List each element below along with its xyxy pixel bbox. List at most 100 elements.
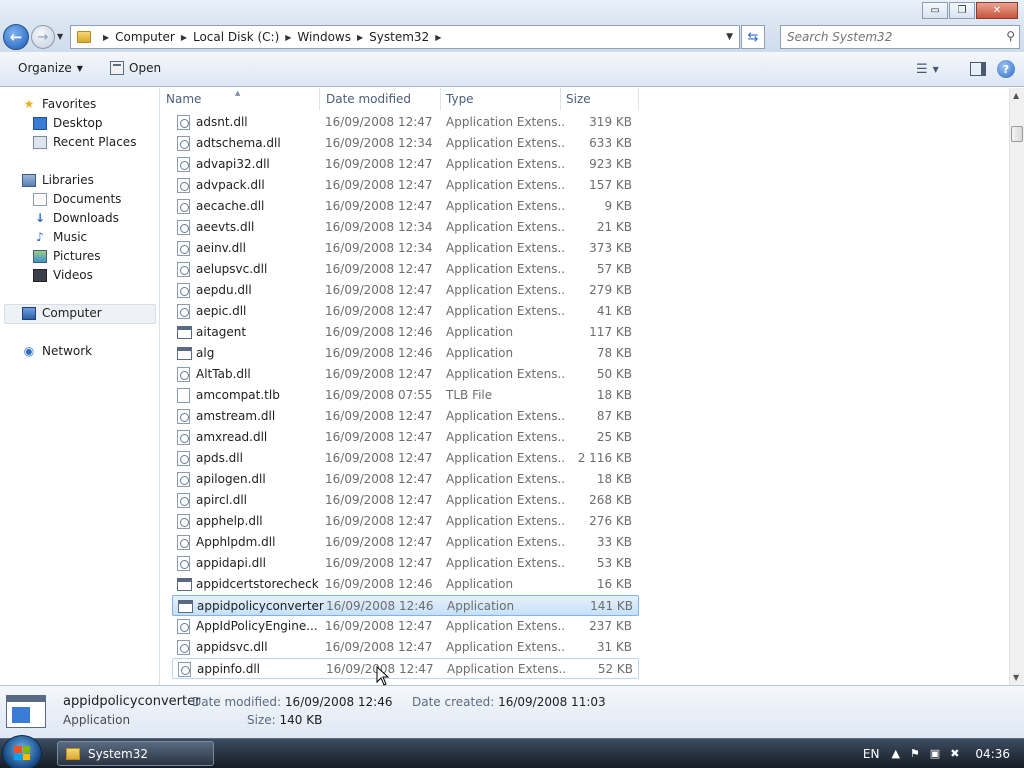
file-row[interactable]: aepic.dll 16/09/2008 12:47 Application Ext…	[172, 301, 639, 322]
file-date-modified: 16/09/2008 12:47	[325, 367, 433, 381]
preview-pane-button[interactable]	[970, 62, 986, 76]
search-box[interactable]: ⚲	[780, 25, 1020, 49]
nav-item-pictures[interactable]: Pictures	[33, 249, 101, 263]
file-row[interactable]: appidsvc.dll 16/09/2008 12:47 Application …	[172, 637, 639, 658]
file-row[interactable]: amstream.dll 16/09/2008 12:47 Application …	[172, 406, 639, 427]
computer-icon	[22, 306, 36, 320]
change-view-button[interactable]: ☰ ▼	[916, 62, 939, 77]
breadcrumb-windows[interactable]: Windows	[297, 30, 351, 44]
file-row[interactable]: aitagent 16/09/2008 12:46 Application 117 K…	[172, 322, 639, 343]
organize-button[interactable]: Organize ▼	[18, 61, 83, 75]
dll-file-icon	[177, 241, 190, 256]
scrollbar-thumb[interactable]	[1011, 126, 1023, 142]
file-name: apds.dll	[196, 451, 243, 465]
language-indicator[interactable]: EN	[863, 747, 880, 761]
column-header-type[interactable]: Type	[441, 88, 561, 110]
close-button[interactable]: ✕	[976, 2, 1018, 19]
file-row[interactable]: Apphlpdm.dll 16/09/2008 12:47 Application …	[172, 532, 639, 553]
chevron-right-icon[interactable]: ▶	[285, 33, 291, 42]
search-input[interactable]	[781, 26, 986, 48]
show-hidden-icons-icon[interactable]: ▲	[891, 747, 899, 760]
nav-label: Libraries	[42, 173, 94, 187]
breadcrumb-computer[interactable]: Computer	[115, 30, 175, 44]
file-name: AppIdPolicyEngine...	[196, 619, 318, 633]
column-header-name[interactable]: ▲ Name	[161, 88, 320, 110]
file-row[interactable]: appinfo.dll 16/09/2008 12:47 Application E…	[172, 658, 639, 679]
breadcrumb-system32[interactable]: System32	[369, 30, 429, 44]
help-button[interactable]: ?	[997, 60, 1015, 78]
start-button[interactable]	[2, 735, 42, 768]
nav-computer[interactable]: Computer	[22, 306, 102, 320]
system-tray: EN ▲ ⚑ ▣ ✖ 04:36	[863, 739, 1024, 768]
file-type: Application Extens...	[446, 556, 564, 570]
column-header-date-modified[interactable]: Date modified	[321, 88, 441, 110]
file-name: aepdu.dll	[196, 283, 252, 297]
scroll-up-icon[interactable]: ▲	[1013, 91, 1019, 100]
file-name: apphelp.dll	[196, 514, 263, 528]
file-row[interactable]: apphelp.dll 16/09/2008 12:47 Application E…	[172, 511, 639, 532]
file-row[interactable]: AppIdPolicyEngine... 16/09/2008 12:47 Appl…	[172, 616, 639, 637]
vertical-scrollbar[interactable]: ▲ ▼	[1009, 88, 1024, 685]
file-type: Application	[447, 599, 515, 613]
refresh-button[interactable]: ⇆	[741, 25, 765, 49]
column-header-size[interactable]: Size	[561, 88, 639, 110]
chevron-right-icon[interactable]: ▶	[435, 33, 441, 42]
file-name: adtschema.dll	[196, 136, 281, 150]
address-bar[interactable]: ▶ Computer ▶ Local Disk (C:) ▶ Windows ▶…	[70, 25, 740, 49]
nav-item-desktop[interactable]: Desktop	[33, 116, 103, 130]
file-row[interactable]: appidapi.dll 16/09/2008 12:47 Application …	[172, 553, 639, 574]
dll-file-icon	[177, 619, 190, 634]
maximize-button[interactable]: ❐	[949, 2, 975, 19]
file-row[interactable]: aepdu.dll 16/09/2008 12:47 Application Ext…	[172, 280, 639, 301]
file-row[interactable]: amcompat.tlb 16/09/2008 07:55 TLB File 18 K…	[172, 385, 639, 406]
minimize-button[interactable]: ▭	[922, 2, 948, 19]
file-row[interactable]: amxread.dll 16/09/2008 12:47 Application E…	[172, 427, 639, 448]
file-row[interactable]: advapi32.dll 16/09/2008 12:47 Application …	[172, 154, 639, 175]
file-row[interactable]: aelupsvc.dll 16/09/2008 12:47 Application …	[172, 259, 639, 280]
file-row[interactable]: aeinv.dll 16/09/2008 12:34 Application Ext…	[172, 238, 639, 259]
action-center-icon[interactable]: ⚑	[910, 747, 920, 760]
nav-favorites[interactable]: ★ Favorites	[22, 97, 97, 111]
nav-libraries[interactable]: Libraries	[22, 173, 94, 187]
chevron-right-icon[interactable]: ▶	[357, 33, 363, 42]
file-date-modified: 16/09/2008 12:46	[326, 599, 434, 613]
music-icon: ♪	[36, 230, 44, 244]
network-status-icon[interactable]: ▣	[930, 747, 940, 760]
file-row[interactable]: apds.dll 16/09/2008 12:47 Application Exte…	[172, 448, 639, 469]
title-bar: ▭ ❐ ✕	[0, 0, 1024, 22]
nav-item-documents[interactable]: Documents	[33, 192, 121, 206]
file-row[interactable]: apilogen.dll 16/09/2008 12:47 Application …	[172, 469, 639, 490]
nav-item-videos[interactable]: Videos	[33, 268, 93, 282]
file-row[interactable]: aecache.dll 16/09/2008 12:47 Application E…	[172, 196, 639, 217]
taskbar-button-label: System32	[88, 746, 149, 761]
nav-item-recent-places[interactable]: Recent Places	[33, 135, 136, 149]
file-row[interactable]: alg 16/09/2008 12:46 Application 78 KB	[172, 343, 639, 364]
nav-item-downloads[interactable]: ↓ Downloads	[33, 211, 119, 225]
file-row[interactable]: advpack.dll 16/09/2008 12:47 Application E…	[172, 175, 639, 196]
back-button[interactable]: ←	[3, 24, 29, 50]
clock[interactable]: 04:36	[975, 747, 1010, 761]
forward-button[interactable]: →	[31, 25, 55, 49]
file-size: 57 KB	[596, 262, 632, 276]
search-icon[interactable]: ⚲	[1006, 29, 1015, 43]
recent-pages-dropdown[interactable]: ▼	[57, 32, 67, 42]
file-type: Application Extens...	[446, 514, 564, 528]
taskbar-button-system32[interactable]: System32	[57, 741, 214, 766]
chevron-right-icon[interactable]: ▶	[181, 33, 187, 42]
nav-item-music[interactable]: ♪ Music	[33, 230, 87, 244]
file-row[interactable]: adsnt.dll 16/09/2008 12:47 Application Ext…	[172, 112, 639, 133]
dll-file-icon	[177, 472, 190, 487]
address-history-dropdown[interactable]: ▼	[726, 32, 733, 42]
open-button[interactable]: Open	[110, 61, 161, 75]
scroll-down-icon[interactable]: ▼	[1013, 673, 1019, 682]
nav-network[interactable]: ◉ Network	[22, 344, 92, 358]
volume-muted-icon[interactable]: ✖	[950, 747, 959, 760]
file-row[interactable]: appidcertstorecheck 16/09/2008 12:46 Appli…	[172, 574, 639, 595]
file-row[interactable]: AltTab.dll 16/09/2008 12:47 Application Ex…	[172, 364, 639, 385]
file-row[interactable]: appidpolicyconverter 16/09/2008 12:46 Appl…	[172, 595, 639, 616]
file-row[interactable]: adtschema.dll 16/09/2008 12:34 Application…	[172, 133, 639, 154]
file-row[interactable]: apircl.dll 16/09/2008 12:47 Application Ex…	[172, 490, 639, 511]
file-row[interactable]: aeevts.dll 16/09/2008 12:34 Application Ex…	[172, 217, 639, 238]
chevron-right-icon[interactable]: ▶	[103, 33, 109, 42]
breadcrumb-local-disk[interactable]: Local Disk (C:)	[193, 30, 279, 44]
